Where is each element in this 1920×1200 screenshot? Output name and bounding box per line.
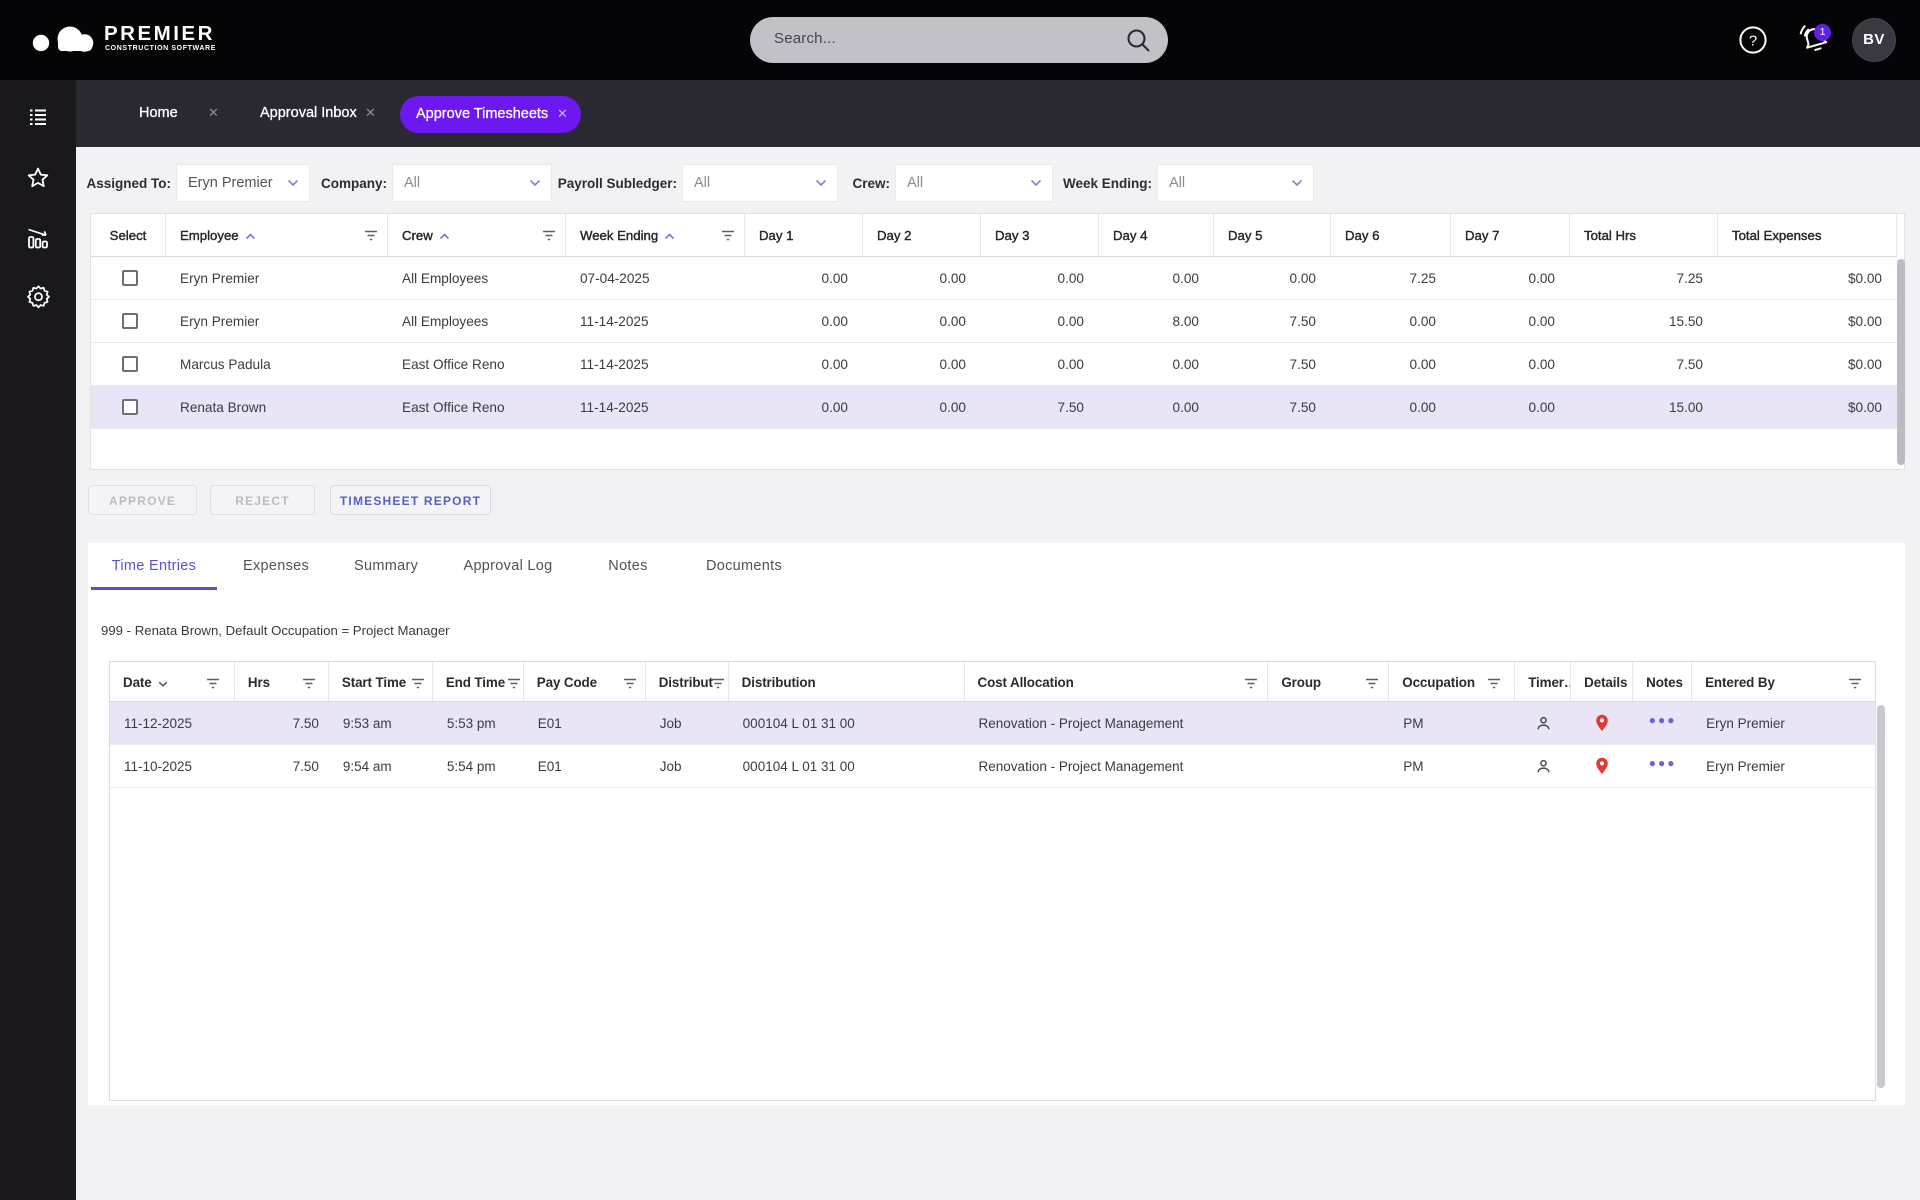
svg-text:?: ? <box>1749 33 1757 50</box>
